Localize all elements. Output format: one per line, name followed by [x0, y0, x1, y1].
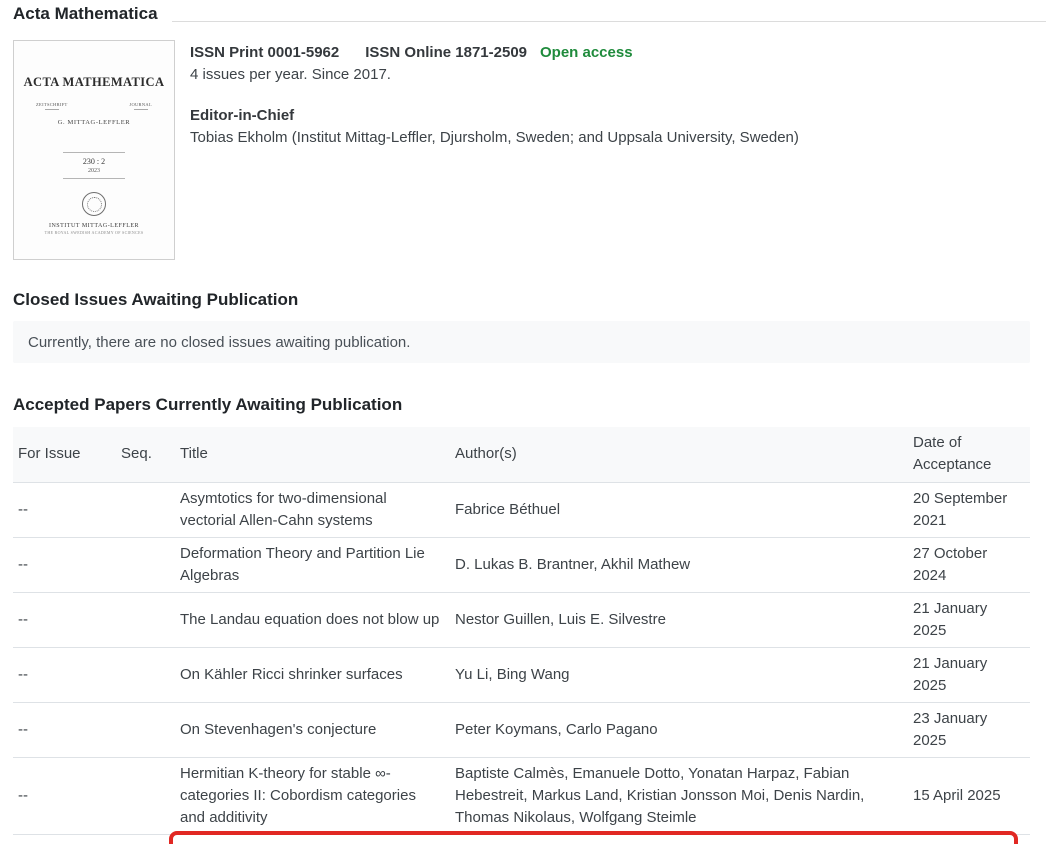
accepted-papers-heading: Accepted Papers Currently Awaiting Publi…: [13, 395, 1033, 415]
cell-for-issue: --: [13, 482, 116, 537]
cover-left-label-rule: [45, 109, 59, 110]
cover-institute: INSTITUT MITTAG-LEFFLER: [14, 223, 174, 229]
cell-title: On Stevenhagen's conjecture: [175, 702, 450, 757]
cell-authors: Fabrice Béthuel: [450, 482, 908, 537]
accepted-papers-table: For Issue Seq. Title Author(s) Date of A…: [13, 427, 1030, 844]
cell-for-issue: --: [13, 757, 116, 834]
table-row: -- Ray structures on Teichmüller space H…: [13, 834, 1030, 844]
cell-seq: [116, 757, 175, 834]
header-divider: [172, 21, 1046, 22]
cover-right-label: JOURNAL: [129, 102, 152, 107]
paper-title: The Landau equation does not blow up: [180, 611, 439, 628]
cell-date: 23 January 2025: [908, 702, 1030, 757]
table-row: -- On Stevenhagen's conjecture Peter Koy…: [13, 702, 1030, 757]
closed-issues-heading: Closed Issues Awaiting Publication: [13, 290, 1033, 310]
col-header-title: Title: [175, 427, 450, 482]
paper-title: Deformation Theory and Partition Lie Alg…: [180, 545, 425, 584]
cover-title: ACTA MATHEMATICA: [14, 75, 174, 90]
table-row: -- Hermitian K-theory for stable ∞-categ…: [13, 757, 1030, 834]
frequency-text: 4 issues per year. Since 2017.: [190, 64, 799, 86]
cell-authors: Huiping Pan, Michael Wolf: [450, 834, 908, 844]
cell-date: 21 January 2025: [908, 647, 1030, 702]
table-row: -- Deformation Theory and Partition Lie …: [13, 537, 1030, 592]
editor-in-chief-heading: Editor-in-Chief: [190, 105, 799, 127]
page-title: Acta Mathematica: [13, 4, 158, 23]
cover-volume: 230 : 2: [14, 157, 174, 166]
cover-left-label: ZEITSCHRIFT: [36, 102, 68, 107]
cover-founder: G. MITTAG-LEFFLER: [14, 119, 174, 126]
cover-labels: ZEITSCHRIFT JOURNAL: [14, 102, 174, 110]
issn-online: ISSN Online 1871-2509: [365, 44, 527, 61]
papers-table-body: -- Asymtotics for two-dimensional vector…: [13, 482, 1030, 844]
cell-date: 15 April 2025: [908, 757, 1030, 834]
open-access-link[interactable]: Open access: [540, 44, 633, 61]
cover-right-label-rule: [134, 109, 148, 110]
journal-meta: ISSN Print 0001-5962 ISSN Online 1871-250…: [190, 42, 799, 149]
cell-title: Ray structures on Teichmüller space: [175, 834, 450, 844]
cell-authors: D. Lukas B. Brantner, Akhil Mathew: [450, 537, 908, 592]
cell-seq: [116, 592, 175, 647]
cell-title: On Kähler Ricci shrinker surfaces: [175, 647, 450, 702]
institute-seal-icon: [82, 192, 106, 216]
cell-date: 27 October 2024: [908, 537, 1030, 592]
cell-authors: Peter Koymans, Carlo Pagano: [450, 702, 908, 757]
cell-for-issue: --: [13, 702, 116, 757]
table-header-row: For Issue Seq. Title Author(s) Date of A…: [13, 427, 1030, 482]
cover-rule-top: [63, 152, 125, 153]
cell-date: 8 June 2025: [908, 834, 1030, 844]
cell-for-issue: --: [13, 537, 116, 592]
cell-date: 21 January 2025: [908, 592, 1030, 647]
paper-title: On Kähler Ricci shrinker surfaces: [180, 666, 403, 683]
col-header-for-issue: For Issue: [13, 427, 116, 482]
col-header-date: Date of Acceptance: [908, 427, 1030, 482]
table-row: -- On Kähler Ricci shrinker surfaces Yu …: [13, 647, 1030, 702]
cell-seq: [116, 702, 175, 757]
table-header: For Issue Seq. Title Author(s) Date of A…: [13, 427, 1030, 482]
cell-seq: [116, 537, 175, 592]
cell-title: Hermitian K-theory for stable ∞-categori…: [175, 757, 450, 834]
cover-year: 2023: [14, 168, 174, 174]
cover-rule-bottom: [63, 178, 125, 179]
cell-for-issue: --: [13, 647, 116, 702]
cell-title: Deformation Theory and Partition Lie Alg…: [175, 537, 450, 592]
page-header: Acta Mathematica: [0, 0, 1046, 24]
cell-seq: [116, 834, 175, 844]
journal-info-section: ACTA MATHEMATICA ZEITSCHRIFT JOURNAL G. …: [13, 40, 1033, 261]
cell-title: The Landau equation does not blow up: [175, 592, 450, 647]
issn-print: ISSN Print 0001-5962: [190, 44, 339, 61]
table-row: -- Asymtotics for two-dimensional vector…: [13, 482, 1030, 537]
paper-title: On Stevenhagen's conjecture: [180, 721, 376, 738]
cover-institute-subtitle: THE ROYAL SWEDISH ACADEMY OF SCIENCES: [14, 230, 174, 235]
cell-for-issue: --: [13, 592, 116, 647]
closed-issues-message: Currently, there are no closed issues aw…: [28, 334, 410, 351]
cell-date: 20 September 2021: [908, 482, 1030, 537]
cell-authors: Yu Li, Bing Wang: [450, 647, 908, 702]
cell-title: Asymtotics for two-dimensional vectorial…: [175, 482, 450, 537]
journal-page: Acta Mathematica ACTA MATHEMATICA ZEITSC…: [0, 0, 1046, 844]
cell-authors: Baptiste Calmès, Emanuele Dotto, Yonatan…: [450, 757, 908, 834]
col-header-authors: Author(s): [450, 427, 908, 482]
issn-line: ISSN Print 0001-5962 ISSN Online 1871-250…: [190, 42, 799, 64]
cell-seq: [116, 647, 175, 702]
closed-issues-panel: Currently, there are no closed issues aw…: [13, 321, 1030, 363]
col-header-seq: Seq.: [116, 427, 175, 482]
table-row: -- The Landau equation does not blow up …: [13, 592, 1030, 647]
journal-cover-image: ACTA MATHEMATICA ZEITSCHRIFT JOURNAL G. …: [13, 40, 175, 260]
cell-authors: Nestor Guillen, Luis E. Silvestre: [450, 592, 908, 647]
editor-in-chief-name: Tobias Ekholm (Institut Mittag-Leffler, …: [190, 127, 799, 149]
cell-seq: [116, 482, 175, 537]
paper-title: Asymtotics for two-dimensional vectorial…: [180, 490, 387, 529]
cell-for-issue: --: [13, 834, 116, 844]
paper-title: Hermitian K-theory for stable ∞-categori…: [180, 765, 416, 826]
